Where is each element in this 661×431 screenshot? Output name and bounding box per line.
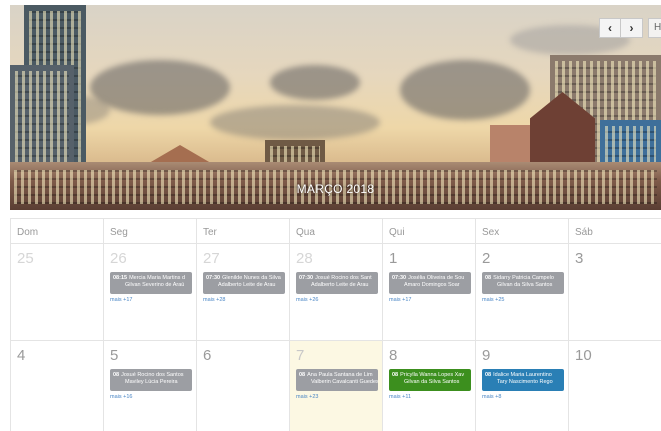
today-button[interactable]: Ho — [648, 18, 661, 38]
calendar-event[interactable]: 07:30 Josélia Oliveira de Sou Amaro Domin… — [389, 272, 471, 294]
day-cell[interactable]: 10 — [568, 341, 661, 431]
day-cell[interactable]: 28 07:30 Josué Rocino dos Sant Adalberto … — [289, 244, 382, 340]
banner-cloud — [400, 60, 530, 120]
more-events-link[interactable]: mais +28 — [203, 297, 225, 303]
event-title: Josélia Oliveira de Sou — [408, 275, 465, 281]
day-cell[interactable]: 27 07:30 Glenilde Nunes da Silva Adalbert… — [196, 244, 289, 340]
calendar-event[interactable]: 08:15 Mercia Maria Martins d Gilvan Sever… — [110, 272, 192, 294]
more-events-link[interactable]: mais +8 — [482, 394, 501, 400]
more-events-link[interactable]: mais +17 — [389, 297, 411, 303]
day-cell[interactable]: 1 07:30 Josélia Oliveira de Sou Amaro Dom… — [382, 244, 475, 340]
day-number: 3 — [575, 250, 584, 267]
more-events-link[interactable]: mais +17 — [110, 297, 132, 303]
event-time: 07:30 — [299, 275, 314, 281]
day-number: 4 — [17, 347, 26, 364]
event-subtitle: Gilvan Severino de Araú — [125, 282, 185, 288]
day-cell[interactable]: 26 08:15 Mercia Maria Martins d Gilvan Se… — [103, 244, 196, 340]
banner-cloud — [270, 65, 360, 100]
more-events-link[interactable]: mais +23 — [296, 394, 318, 400]
weekday-label: Sáb — [568, 219, 661, 243]
calendar-event[interactable]: 08 Sidarry Patricia Campelo Gilvan da Sil… — [482, 272, 564, 294]
chevron-right-icon: › — [629, 21, 634, 35]
prev-month-button[interactable]: ‹ — [599, 18, 621, 38]
calendar-event[interactable]: 08 Josué Rocino dos Santos Maviley Lúcia … — [110, 369, 192, 391]
chevron-left-icon: ‹ — [608, 21, 612, 35]
day-number: 10 — [575, 347, 592, 364]
day-number: 5 — [110, 347, 119, 364]
event-time: 07:30 — [206, 275, 221, 281]
day-number: 6 — [203, 347, 212, 364]
event-title: Josué Rocino dos Santos — [121, 372, 184, 378]
event-title: Ana Paula Santana de Lim — [307, 372, 373, 378]
calendar-event[interactable]: 07:30 Glenilde Nunes da Silva Adalberto L… — [203, 272, 285, 294]
more-events-link[interactable]: mais +26 — [296, 297, 318, 303]
event-subtitle: Adalberto Leite de Arau — [218, 282, 276, 288]
event-time: 08:15 — [113, 275, 128, 281]
day-number: 25 — [17, 250, 34, 267]
event-subtitle: Gilvan da Silva Santos — [404, 379, 460, 385]
event-title: Pricylla Wanna Lopes Xav — [400, 372, 465, 378]
event-subtitle: Amaro Domingos Soar — [404, 282, 460, 288]
day-cell[interactable]: 25 — [10, 244, 103, 340]
event-time: 08 — [485, 275, 492, 281]
event-subtitle: Valberin Cavalcanti Guedes — [311, 379, 378, 385]
day-cell[interactable]: 9 08 Idalice Maria Laurentino Tary Nascim… — [475, 341, 568, 431]
more-events-link[interactable]: mais +25 — [482, 297, 504, 303]
calendar-event[interactable]: 08 Idalice Maria Laurentino Tary Nascimen… — [482, 369, 564, 391]
day-number: 28 — [296, 250, 313, 267]
event-subtitle: Gilvan da Silva Santos — [497, 282, 553, 288]
month-title: MARÇO 2018 — [296, 182, 375, 196]
day-cell[interactable]: 3 — [568, 244, 661, 340]
event-time: 07:30 — [392, 275, 407, 281]
day-cell[interactable]: 6 — [196, 341, 289, 431]
month-nav: ‹ › — [599, 18, 643, 38]
day-number: 9 — [482, 347, 491, 364]
event-time: 08 — [299, 372, 306, 378]
week-row: 4 5 08 Josué Rocino dos Santos Maviley Lú… — [10, 341, 661, 431]
event-title: Glenilde Nunes da Silva — [222, 275, 281, 281]
event-title: Josué Rocino dos Sant — [315, 275, 372, 281]
more-events-link[interactable]: mais +16 — [110, 394, 132, 400]
banner-cloud — [90, 60, 230, 115]
month-grid: Dom Seg Ter Qua Qui Sex Sáb 25 26 08:15 M… — [10, 218, 661, 431]
weekday-label: Dom — [10, 219, 103, 243]
day-cell[interactable]: 2 08 Sidarry Patricia Campelo Gilvan da S… — [475, 244, 568, 340]
event-title: Idalice Maria Laurentino — [493, 372, 552, 378]
calendar-app: MARÇO 2018 ‹ › Ho Dom Seg Ter Qua Qui Se… — [0, 0, 661, 431]
event-title: Mercia Maria Martins d — [129, 275, 186, 281]
weekday-label: Sex — [475, 219, 568, 243]
event-subtitle: Maviley Lúcia Pereira — [125, 379, 178, 385]
day-number: 2 — [482, 250, 491, 267]
day-cell[interactable]: 5 08 Josué Rocino dos Santos Maviley Lúci… — [103, 341, 196, 431]
more-events-link[interactable]: mais +11 — [389, 394, 411, 400]
event-subtitle: Adalberto Leite de Arau — [311, 282, 369, 288]
weekday-label: Seg — [103, 219, 196, 243]
weekday-label: Ter — [196, 219, 289, 243]
calendar-event[interactable]: 08 Pricylla Wanna Lopes Xav Gilvan da Sil… — [389, 369, 471, 391]
day-cell-today[interactable]: 7 08 Ana Paula Santana de Lim Valberin Ca… — [289, 341, 382, 431]
event-subtitle: Tary Nascimento Rego — [497, 379, 553, 385]
weekday-label: Qui — [382, 219, 475, 243]
day-cell[interactable]: 8 08 Pricylla Wanna Lopes Xav Gilvan da S… — [382, 341, 475, 431]
day-number: 27 — [203, 250, 220, 267]
day-number: 7 — [296, 347, 305, 364]
weekday-label: Qua — [289, 219, 382, 243]
month-banner: MARÇO 2018 — [10, 5, 661, 210]
week-row: 25 26 08:15 Mercia Maria Martins d Gilvan… — [10, 244, 661, 341]
event-time: 08 — [113, 372, 120, 378]
event-title: Sidarry Patricia Campelo — [493, 275, 554, 281]
day-cell[interactable]: 4 — [10, 341, 103, 431]
weekday-header: Dom Seg Ter Qua Qui Sex Sáb — [10, 218, 661, 244]
banner-cloud — [210, 105, 380, 140]
calendar-event[interactable]: 08 Ana Paula Santana de Lim Valberin Cava… — [296, 369, 378, 391]
day-number: 1 — [389, 250, 398, 267]
event-time: 08 — [485, 372, 492, 378]
calendar-event[interactable]: 07:30 Josué Rocino dos Sant Adalberto Lei… — [296, 272, 378, 294]
day-number: 26 — [110, 250, 127, 267]
next-month-button[interactable]: › — [621, 18, 643, 38]
day-number: 8 — [389, 347, 398, 364]
event-time: 08 — [392, 372, 399, 378]
